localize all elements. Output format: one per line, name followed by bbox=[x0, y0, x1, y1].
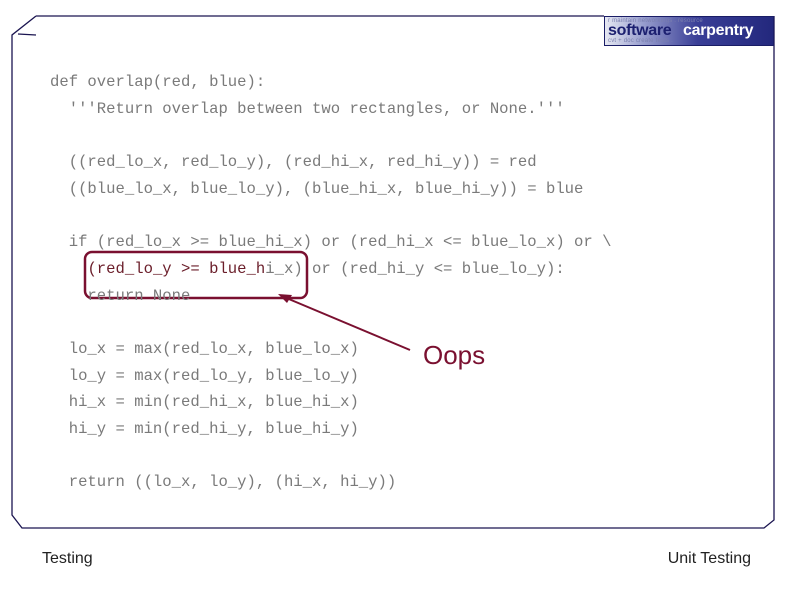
code-line: hi_x = min(red_hi_x, blue_hi_x) bbox=[50, 393, 359, 412]
code-line: def overlap(red, blue): bbox=[50, 73, 266, 91]
oops-annotation: Oops bbox=[423, 340, 486, 370]
footer-lecture-title: Unit Testing bbox=[667, 550, 751, 567]
code-line: '''Return overlap between two rectangles… bbox=[50, 99, 565, 118]
code-line: lo_x = max(red_lo_x, blue_lo_x) bbox=[50, 339, 359, 358]
code-line: ((red_lo_x, red_lo_y), (red_hi_x, red_hi… bbox=[50, 153, 537, 172]
footer-section-title: Testing bbox=[42, 550, 93, 567]
code-block: def overlap(red, blue): '''Return overla… bbox=[50, 69, 611, 496]
code-line: (red_lo_y >= blue_hi_x) or (red_hi_y <= … bbox=[87, 259, 565, 278]
code-line: lo_y = max(red_lo_y, blue_lo_y) bbox=[50, 366, 359, 385]
code-line: return None bbox=[50, 286, 191, 305]
logo-faint-text-bottom: cvt + doc create tests . bbox=[608, 38, 673, 44]
logo-word-carpentry: carpentry bbox=[683, 22, 754, 39]
code-line: ((blue_lo_x, blue_lo_y), (blue_hi_x, blu… bbox=[50, 179, 584, 198]
code-line: hi_y = min(red_hi_y, blue_hi_y) bbox=[50, 419, 359, 438]
code-line: return ((lo_x, lo_y), (hi_x, hi_y)) bbox=[50, 473, 397, 492]
highlighted-code-fragment: (red_lo_y >= blue_h bbox=[87, 259, 266, 278]
software-carpentry-logo: r maintain networkings . resource softwa… bbox=[604, 16, 774, 46]
code-line: if (red_lo_x >= blue_hi_x) or (red_hi_x … bbox=[50, 233, 612, 252]
